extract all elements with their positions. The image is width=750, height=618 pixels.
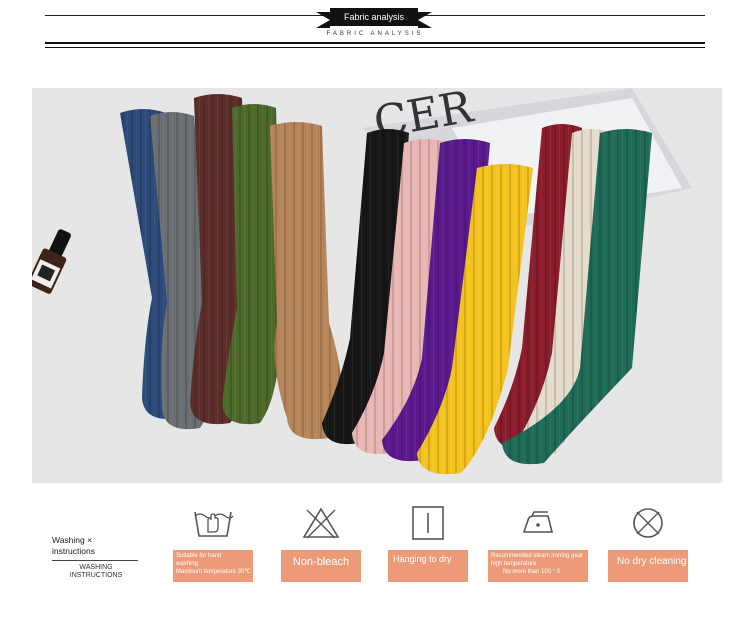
care-section-title: Washing × instructions WASHING INSTRUCTI… <box>52 535 140 580</box>
care-title-line2: instructions <box>52 546 95 556</box>
no-dry-clean-label: No dry cleaning <box>608 550 688 582</box>
hang-dry-icon <box>378 503 478 543</box>
care-title-divider <box>52 560 138 561</box>
iron-label: Recommended steam ironing gear high temp… <box>488 550 588 582</box>
care-item-iron: Recommended steam ironing gear high temp… <box>488 503 588 583</box>
care-item-hand-wash: Suitable for hand washing Maximum temper… <box>163 503 263 583</box>
hand-wash-label: Suitable for hand washing Maximum temper… <box>173 550 253 582</box>
iron-icon <box>488 503 588 543</box>
care-item-no-dry-clean: No dry cleaning <box>598 503 698 583</box>
iron-label-line2: high temperature <box>491 561 537 567</box>
sock-rib-texture <box>270 122 342 440</box>
hang-dry-label: Hanging to dry <box>388 550 468 582</box>
care-item-non-bleach: Non-bleach <box>271 503 371 583</box>
hand-wash-label-line2: washing <box>176 561 199 567</box>
no-dry-clean-icon <box>598 503 698 543</box>
no-bleach-icon <box>271 503 371 543</box>
dropper-bottle <box>32 229 71 294</box>
non-bleach-label: Non-bleach <box>281 550 361 582</box>
care-item-hang-dry: Hanging to dry <box>378 503 478 583</box>
care-title-line3: WASHING <box>79 564 113 571</box>
iron-label-line1: Recommended steam ironing gear <box>491 553 584 559</box>
socks-group <box>120 94 652 475</box>
ribbon-right-tail <box>418 12 432 28</box>
header-banner: Fabric analysis <box>330 8 418 26</box>
care-title-line1: Washing × <box>52 535 93 545</box>
hand-wash-label-line3: Maximum temperature 30℃ <box>176 569 252 575</box>
product-photo: CER <box>32 88 722 483</box>
header-rule-thin <box>45 47 705 48</box>
iron-label-line3: No more than 100 ° 0 <box>503 569 561 575</box>
care-title-line4: INSTRUCTIONS <box>69 572 123 579</box>
header-subtitle: FABRIC ANALYSIS <box>290 31 460 37</box>
header-rule-thick <box>45 42 705 44</box>
hand-wash-icon <box>163 503 263 543</box>
socks-illustration: CER <box>32 88 692 475</box>
hand-wash-label-line1: Suitable for hand <box>176 553 222 559</box>
ribbon-left-tail <box>316 12 330 28</box>
